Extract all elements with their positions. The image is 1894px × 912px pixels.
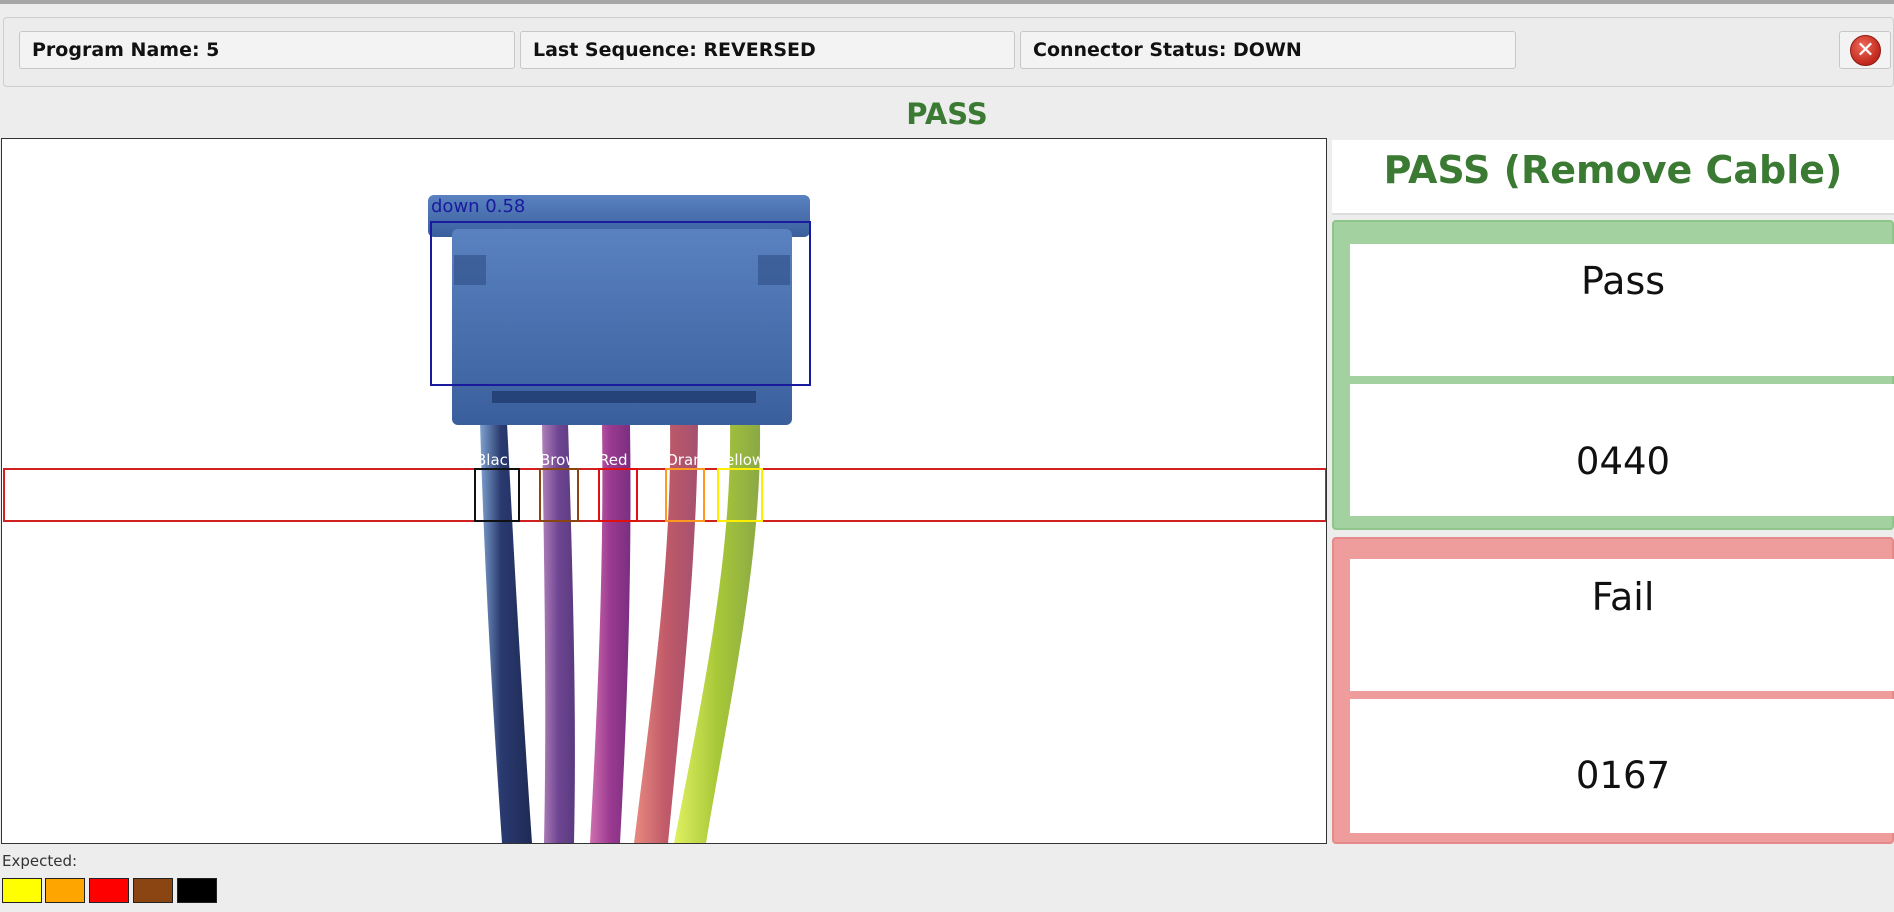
pass-count: 0440 xyxy=(1350,384,1894,516)
expected-swatch-2 xyxy=(45,878,85,903)
window-top-border xyxy=(0,0,1894,4)
program-name-field: Program Name: 5 xyxy=(19,31,515,69)
wire-black xyxy=(480,423,532,843)
inspection-app: Program Name: 5 Last Sequence: REVERSED … xyxy=(0,0,1894,912)
close-button[interactable]: ✕ xyxy=(1839,31,1891,69)
wire-label-orange: Orange xyxy=(666,451,721,469)
header-bar: Program Name: 5 Last Sequence: REVERSED … xyxy=(3,17,1894,87)
connector-status-field: Connector Status: DOWN xyxy=(1020,31,1516,69)
fail-counter: Fail 0167 xyxy=(1332,537,1894,844)
fail-label: Fail xyxy=(1350,559,1894,691)
expected-swatch-5 xyxy=(177,878,217,903)
expected-swatch-1 xyxy=(2,878,42,903)
connector-detection-label: down 0.58 xyxy=(431,196,525,217)
close-icon: ✕ xyxy=(1850,35,1881,66)
result-panel: PASS (Remove Cable) Pass 0440 Fail 0167 xyxy=(1332,140,1894,844)
wire-label-brown: Brown xyxy=(540,451,587,469)
last-sequence-field: Last Sequence: REVERSED xyxy=(520,31,1015,69)
expected-swatch-3 xyxy=(89,878,129,903)
overall-status: PASS xyxy=(906,97,988,131)
wire-label-black: Black xyxy=(476,451,517,469)
expected-label: Expected: xyxy=(2,852,78,870)
wire-brown xyxy=(542,423,575,843)
camera-view: down 0.58 Black Brown Red Orange Yellow xyxy=(1,138,1327,844)
wire-label-red: Red xyxy=(599,451,628,469)
wire-red xyxy=(590,423,631,843)
fail-count: 0167 xyxy=(1350,699,1894,833)
result-title: PASS (Remove Cable) xyxy=(1332,140,1894,215)
pass-counter: Pass 0440 xyxy=(1332,220,1894,530)
expected-swatch-4 xyxy=(133,878,173,903)
pass-label: Pass xyxy=(1350,244,1894,376)
wire-label-yellow: Yellow xyxy=(717,451,764,469)
camera-image: down 0.58 Black Brown Red Orange Yellow xyxy=(3,195,1326,843)
